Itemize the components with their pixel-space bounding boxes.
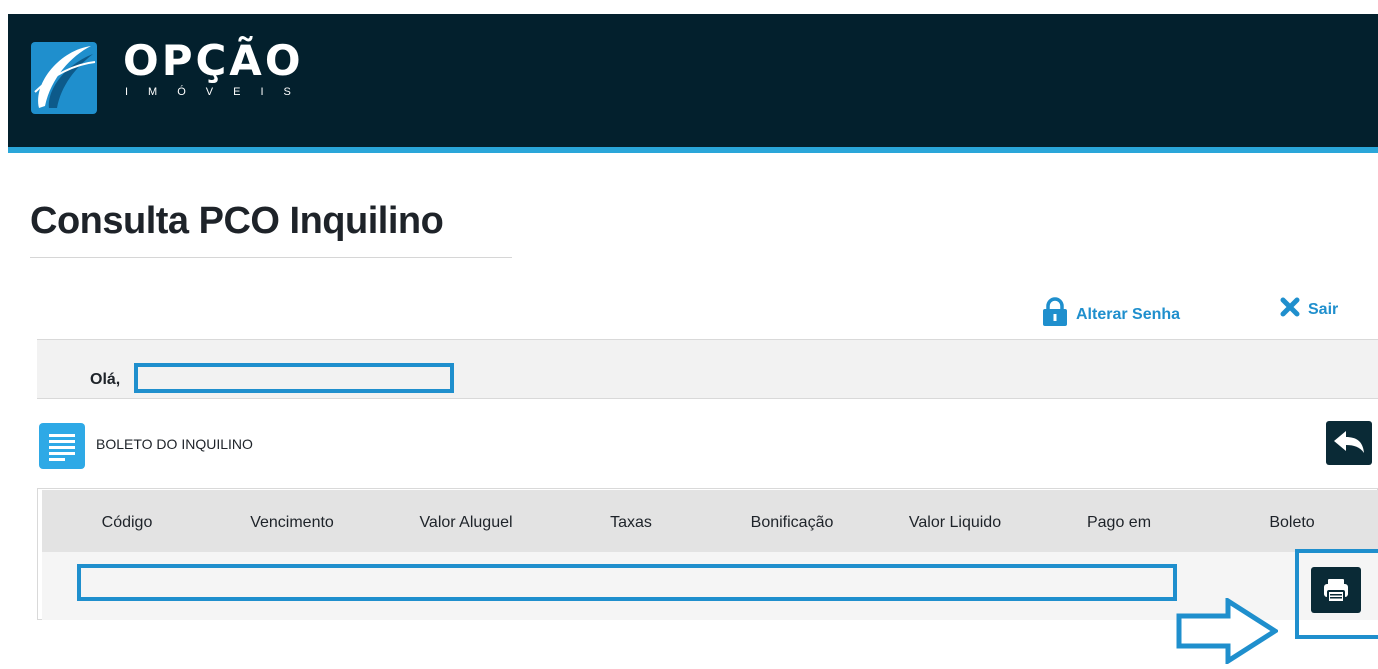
change-password-label: Alterar Senha	[1076, 305, 1181, 323]
column-header-taxas: Taxas	[610, 514, 652, 531]
brand-logo: OPÇÃO IMÓVEIS	[123, 36, 311, 99]
column-header-codigo: Código	[101, 514, 153, 531]
document-icon	[39, 423, 85, 469]
back-button[interactable]	[1326, 421, 1372, 465]
close-icon	[1280, 297, 1300, 322]
brand-subtitle: IMÓVEIS	[125, 86, 311, 98]
greeting-label: Olá,	[90, 371, 121, 388]
column-header-bonificacao: Bonificação	[750, 514, 834, 531]
column-header-valor-aluguel: Valor Aluguel	[419, 514, 513, 531]
header-accent-line	[8, 147, 1378, 153]
highlight-user-name	[134, 363, 454, 393]
opcao-logo-icon[interactable]	[31, 42, 97, 114]
change-password-link[interactable]: Alterar Senha	[1042, 297, 1180, 332]
table-header	[42, 490, 1378, 552]
column-header-boleto: Boleto	[1269, 514, 1315, 531]
logout-label: Sair	[1308, 300, 1339, 318]
lock-icon	[1042, 297, 1068, 332]
print-boleto-button[interactable]	[1311, 567, 1361, 613]
section-title: BOLETO DO INQUILINO	[96, 436, 253, 452]
highlight-row-data	[77, 564, 1177, 601]
title-underline	[30, 257, 512, 258]
logout-link[interactable]: Sair	[1280, 297, 1338, 322]
column-header-pago-em: Pago em	[1086, 514, 1152, 531]
reply-icon	[1326, 431, 1372, 469]
arrow-right-icon	[1176, 596, 1280, 666]
printer-icon	[1311, 579, 1361, 617]
column-header-valor-liquido: Valor Liquido	[908, 514, 1002, 531]
page-title: Consulta PCO Inquilino	[30, 200, 444, 242]
column-header-vencimento: Vencimento	[250, 514, 334, 531]
brand-name: OPÇÃO	[123, 36, 304, 85]
